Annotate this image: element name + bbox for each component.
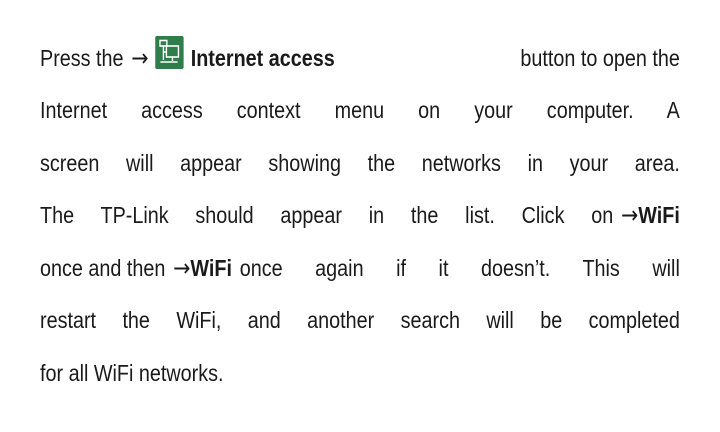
paragraph-line-6: restart the WiFi, and another search wil… [40, 307, 680, 333]
internet-access-label: Internet access [190, 44, 335, 71]
paragraph-line-5: once and then → WiFi once again if it do… [40, 253, 680, 282]
paragraph-line-4: The TP-Link should appear in the list. C… [40, 201, 680, 229]
instruction-paragraph: Press the → Internet access button to op… [40, 20, 680, 388]
paragraph-line-3: screen will appear showing the networks … [40, 149, 680, 176]
line1-rest: button to open the [520, 44, 680, 71]
paragraph-line-2: Internet access context menu on your com… [40, 97, 680, 123]
paragraph-line-1: Press the → Internet access button to op… [40, 20, 680, 73]
wifi-label: WiFi [638, 202, 680, 228]
arrow-icon: → [173, 253, 191, 282]
press-text: Press the [40, 44, 124, 71]
wifi-label: WiFi [190, 254, 232, 281]
paragraph-line-7: for all WiFi networks. [40, 359, 224, 386]
arrow-icon: → [620, 201, 639, 229]
arrow-icon: → [131, 43, 149, 72]
network-computer-icon [155, 35, 184, 69]
